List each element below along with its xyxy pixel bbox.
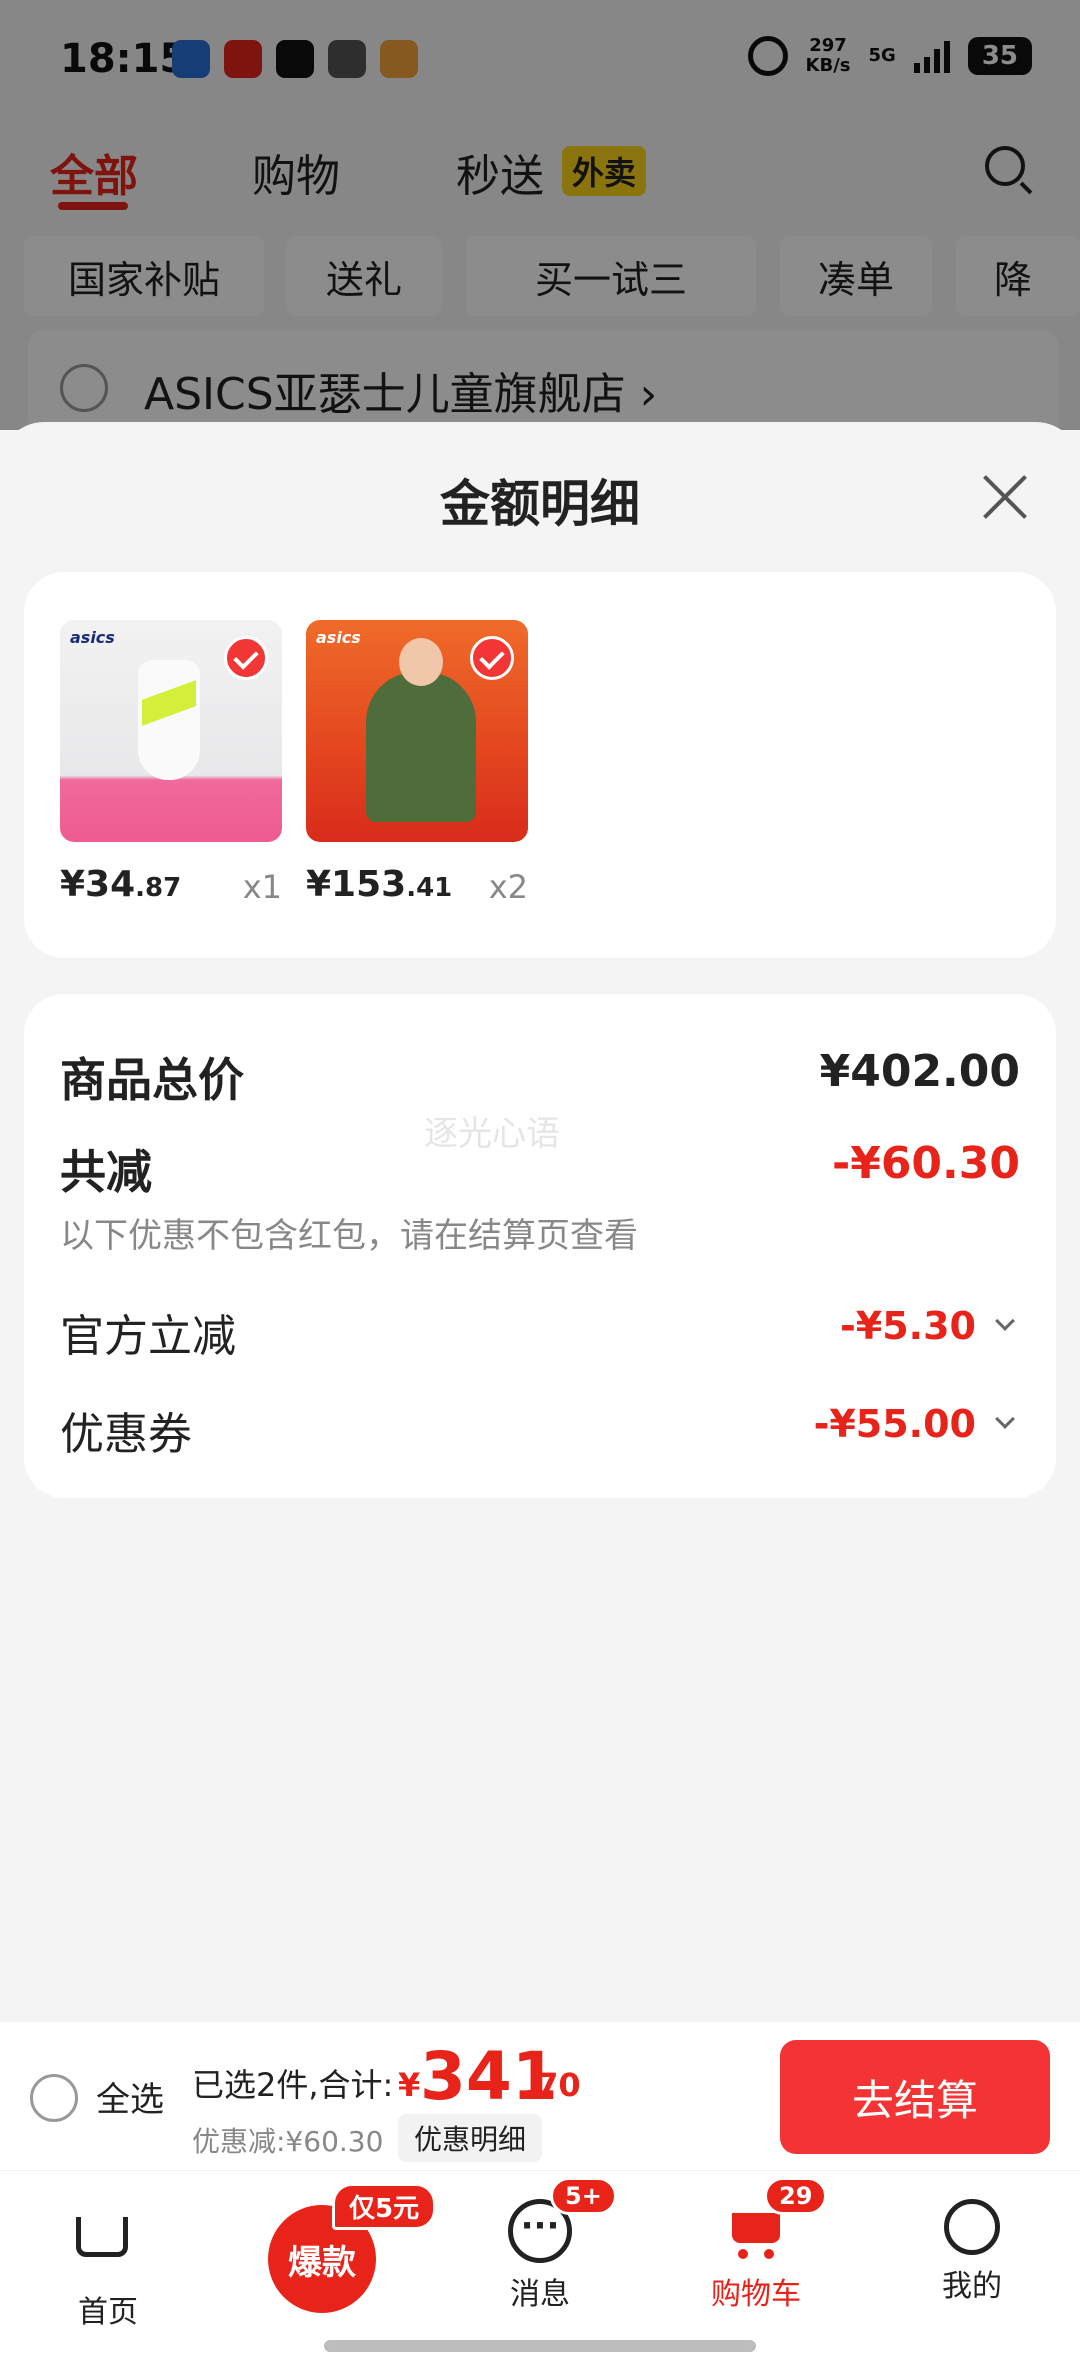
nav-messages-label: 消息 — [510, 2277, 570, 2312]
product-qty: x2 — [488, 868, 528, 906]
person-icon — [944, 2199, 1000, 2255]
product-price: ¥34.87 — [60, 864, 181, 905]
price-detail-card: 商品总价 ¥402.00 逐光心语 共减 -¥60.30 以下优惠不包含红包，请… — [24, 994, 1056, 1498]
selected-summary: 已选2件,合计: — [192, 2066, 394, 2104]
coupon-value[interactable]: -¥55.00 — [814, 1402, 976, 1446]
products-card: asics ¥34.87 x1 asics ¥153.41 x2 — [24, 572, 1056, 958]
total-currency: ¥ — [398, 2066, 421, 2104]
product-price: ¥153.41 — [306, 864, 452, 905]
discount-detail-button[interactable]: 优惠明细 — [398, 2114, 543, 2162]
price-decimal: .87 — [135, 873, 182, 903]
check-icon[interactable] — [470, 636, 514, 680]
check-icon[interactable] — [224, 636, 268, 680]
messages-badge: 5+ — [550, 2177, 617, 2215]
home-icon — [76, 2217, 140, 2281]
reduce-note: 以下优惠不包含红包，请在结算页查看 — [60, 1216, 638, 1256]
total-label: 商品总价 — [60, 1053, 244, 1107]
official-discount-label: 官方立减 — [60, 1311, 236, 1362]
chevron-down-icon[interactable] — [995, 1409, 1015, 1429]
product-image-jacket: asics — [306, 620, 528, 842]
official-discount-value[interactable]: -¥5.30 — [840, 1304, 976, 1348]
chevron-down-icon[interactable] — [995, 1311, 1015, 1331]
dim-overlay[interactable] — [0, 0, 1080, 430]
product-item[interactable]: asics ¥34.87 x1 — [60, 620, 282, 906]
product-price-row: ¥153.41 x2 — [306, 864, 528, 914]
price-decimal: .41 — [406, 873, 453, 903]
product-qty: x1 — [242, 868, 282, 906]
coupon-label: 优惠券 — [60, 1409, 192, 1460]
nav-me-label: 我的 — [942, 2269, 1002, 2304]
checkout-button[interactable]: 去结算 — [780, 2040, 1050, 2154]
hot-deals-badge: 仅5元 — [332, 2183, 437, 2230]
nav-home[interactable]: 首页 — [28, 2189, 188, 2331]
nav-me[interactable]: 我的 — [892, 2189, 1052, 2305]
nav-home-label: 首页 — [78, 2295, 138, 2330]
sheet-title: 金额明细 — [440, 475, 640, 533]
nav-cart-label: 购物车 — [711, 2277, 801, 2312]
product-price-row: ¥34.87 x1 — [60, 864, 282, 914]
select-all-label[interactable]: 全选 — [96, 2072, 164, 2121]
product-image-socks: asics — [60, 620, 282, 842]
sock-graphic — [138, 660, 200, 780]
select-all-radio[interactable] — [30, 2074, 78, 2122]
reduce-value: -¥60.30 — [831, 1138, 1020, 1189]
close-icon[interactable] — [980, 472, 1030, 522]
price-integer: ¥34 — [60, 864, 136, 905]
checkout-bar: 全选 已选2件,合计: ¥ 341 .70 优惠减:¥60.30 优惠明细 去结… — [0, 2022, 1080, 2170]
home-icon-body — [76, 2217, 128, 2257]
brand-logo: asics — [316, 628, 361, 647]
reduce-label: 共减 — [60, 1145, 152, 1199]
brand-logo: asics — [70, 628, 115, 647]
total-decimal: .70 — [524, 2066, 581, 2104]
cart-badge: 29 — [764, 2177, 828, 2215]
price-integer: ¥153 — [306, 864, 407, 905]
saved-amount: 优惠减:¥60.30 — [192, 2125, 384, 2158]
home-indicator[interactable] — [324, 2340, 756, 2352]
watermark: 逐光心语 — [424, 1114, 560, 1154]
amount-detail-sheet: 金额明细 asics ¥34.87 x1 asics ¥153.41 x2 商品… — [0, 422, 1080, 2022]
jacket-graphic — [366, 638, 476, 822]
total-value: ¥402.00 — [819, 1046, 1020, 1097]
product-item[interactable]: asics ¥153.41 x2 — [306, 620, 528, 906]
